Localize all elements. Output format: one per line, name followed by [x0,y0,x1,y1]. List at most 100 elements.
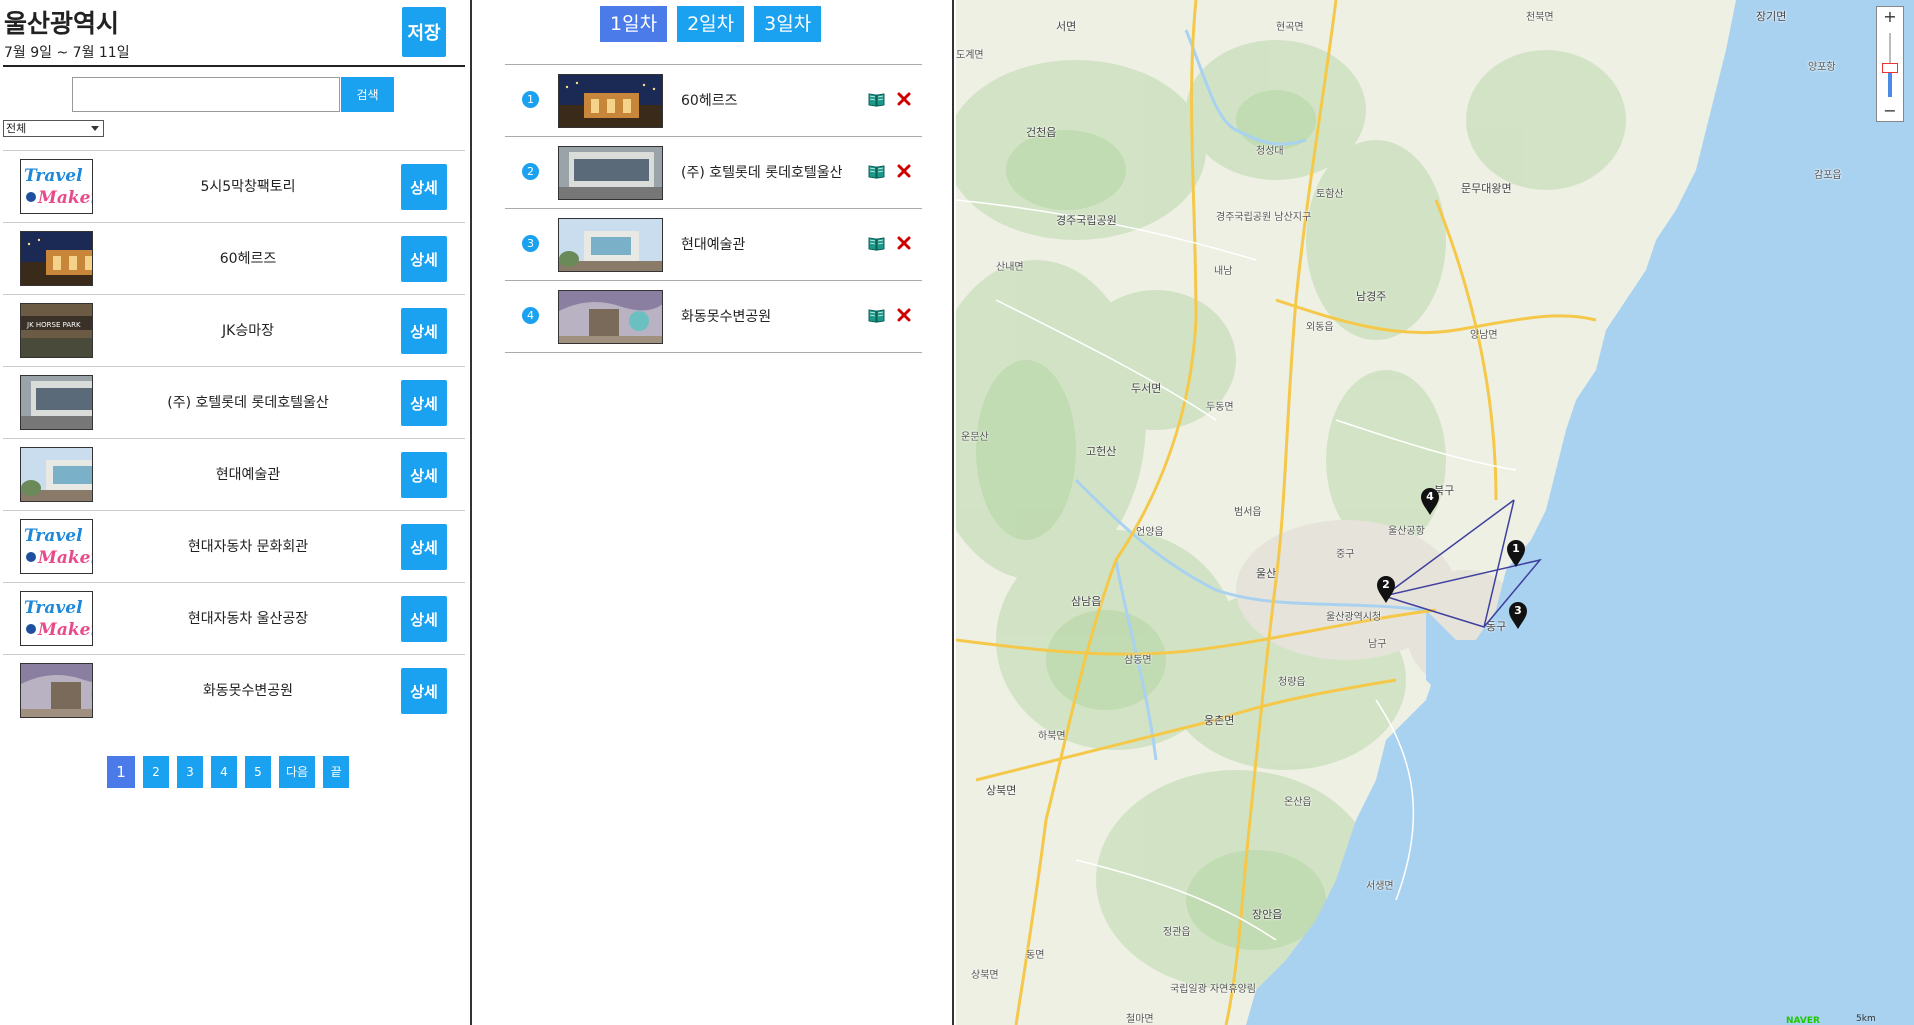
tab-day-1[interactable]: 1일차 [600,6,668,42]
schedule-thumbnail [558,146,663,200]
schedule-item[interactable]: 1 60헤르즈 [505,65,922,137]
divider [3,65,465,67]
trip-date-range: 7월 9일 ~ 7월 11일 [4,45,130,61]
page-4-button[interactable]: 4 [211,756,237,788]
day-tabs: 1일차 2일차 3일차 [600,6,822,42]
zoom-out-button[interactable]: − [1877,101,1903,121]
pagination: 1 2 3 4 5 다음 끝 [107,756,350,788]
detail-button[interactable]: 상세 [401,524,447,570]
place-name: 60헤르즈 [219,251,277,267]
map-marker-number: 2 [1382,578,1390,591]
map-marker-1[interactable]: 1 [1506,540,1526,568]
map-marker-2[interactable]: 2 [1376,576,1396,604]
last-page-button[interactable]: 끝 [323,756,350,788]
logo-text-travel: Travel [24,166,83,186]
schedule-item[interactable]: 4 화동못수변공원 [505,281,922,353]
place-row: 현대예술관 상세 [3,438,465,510]
page-5-button[interactable]: 5 [245,756,271,788]
book-icon[interactable] [868,164,885,179]
search-input[interactable] [72,77,340,112]
schedule-list: 1 60헤르즈 2 (주) 호텔롯데 롯데호텔울산 3 현대예술관 4 화동못수변공원 [505,65,922,353]
logo-text-maker: Maker [37,188,93,208]
map-provider-logo: NAVER [1786,1016,1820,1025]
tab-day-2[interactable]: 2일차 [677,6,745,42]
detail-button[interactable]: 상세 [401,380,447,426]
place-row: TravelMaker 현대자동차 문화회관 상세 [3,510,465,582]
search-button[interactable]: 검색 [341,77,394,112]
schedule-place-name: 60헤르즈 [681,92,738,109]
place-thumbnail: TravelMaker [20,519,93,574]
schedule-place-name: (주) 호텔롯데 롯데호텔울산 [681,164,843,181]
place-name: JK승마장 [222,323,274,339]
schedule-thumbnail [558,74,663,128]
place-thumbnail [20,663,93,718]
book-icon[interactable] [868,308,885,323]
delete-icon[interactable] [896,91,912,107]
map-marker-number: 1 [1512,542,1520,555]
logo-text-maker: Maker [37,548,93,568]
place-thumbnail [20,231,93,286]
delete-icon[interactable] [896,235,912,251]
place-search-panel: 울산광역시 7월 9일 ~ 7월 11일 저장 검색 전체 Travel Make… [0,0,472,1025]
category-filter-select[interactable]: 전체 [3,120,104,137]
map-marker-number: 4 [1426,490,1434,503]
svg-text:JK HORSE PARK: JK HORSE PARK [26,321,81,329]
delete-icon[interactable] [896,163,912,179]
place-name: 화동못수변공원 [202,683,294,699]
place-row: JK HORSE PARK JK승마장 상세 [3,294,465,366]
save-button[interactable]: 저장 [402,7,446,57]
detail-button[interactable]: 상세 [401,596,447,642]
next-page-button[interactable]: 다음 [279,756,316,788]
logo-text-travel: Travel [24,598,83,618]
logo-text-travel: Travel [24,526,83,546]
place-thumbnail: JK HORSE PARK [20,303,93,358]
place-row: 화동못수변공원 상세 [3,654,465,726]
place-thumbnail [20,447,93,502]
place-list: TravelMaker5시5막창팩토리상세60헤르즈상세JK HORSE PAR… [3,150,465,726]
place-name: 현대자동차 울산공장 [187,611,309,627]
schedule-place-name: 화동못수변공원 [681,308,772,325]
category-filter-value: 전체 [6,122,27,135]
detail-button[interactable]: 상세 [401,668,447,714]
schedule-place-name: 현대예술관 [681,236,746,253]
map-marker-3[interactable]: 3 [1508,602,1528,630]
detail-button[interactable]: 상세 [401,164,447,210]
page-1-button[interactable]: 1 [107,756,135,788]
map-scale-label: 5km [1856,1014,1876,1024]
place-row: TravelMaker 5시5막창팩토리 상세 [3,150,465,222]
place-row: (주) 호텔롯데 롯데호텔울산 상세 [3,366,465,438]
detail-button[interactable]: 상세 [401,236,447,282]
place-row: TravelMaker 현대자동차 울산공장 상세 [3,582,465,654]
schedule-thumbnail [558,290,663,344]
place-name: 현대예술관 [215,467,281,483]
schedule-order-badge: 3 [522,235,539,252]
place-name: 5시5막창팩토리 [200,179,296,195]
schedule-panel: 1일차 2일차 3일차 1 60헤르즈 2 (주) 호텔롯데 롯데호텔울산 3 현대예술관 4 화… [474,0,954,1025]
place-thumbnail [20,375,93,430]
schedule-item[interactable]: 3 현대예술관 [505,209,922,281]
zoom-in-button[interactable]: + [1877,7,1903,27]
schedule-order-badge: 4 [522,307,539,324]
map-view[interactable]: 서면 현곡면 천북면 장기면 도계면 양포항 건천읍 청성대 감포읍 경주국립공원 경주국립공원 남… [956,0,1914,1025]
schedule-thumbnail [558,218,663,272]
detail-button[interactable]: 상세 [401,452,447,498]
place-name: 현대자동차 문화회관 [187,539,309,555]
logo-text-maker: Maker [37,620,93,640]
zoom-slider-handle[interactable] [1882,63,1898,73]
schedule-item[interactable]: 2 (주) 호텔롯데 롯데호텔울산 [505,137,922,209]
page-2-button[interactable]: 2 [143,756,169,788]
delete-icon[interactable] [896,307,912,323]
place-thumbnail: TravelMaker [20,591,93,646]
chevron-down-icon [91,126,99,131]
place-row: 60헤르즈 상세 [3,222,465,294]
map-marker-4[interactable]: 4 [1420,488,1440,516]
book-icon[interactable] [868,236,885,251]
map-marker-number: 3 [1514,604,1522,617]
page-3-button[interactable]: 3 [177,756,203,788]
tab-day-3[interactable]: 3일차 [754,6,822,42]
book-icon[interactable] [868,92,885,107]
place-thumbnail: TravelMaker [20,159,93,214]
schedule-order-badge: 2 [522,163,539,180]
detail-button[interactable]: 상세 [401,308,447,354]
schedule-order-badge: 1 [522,91,539,108]
